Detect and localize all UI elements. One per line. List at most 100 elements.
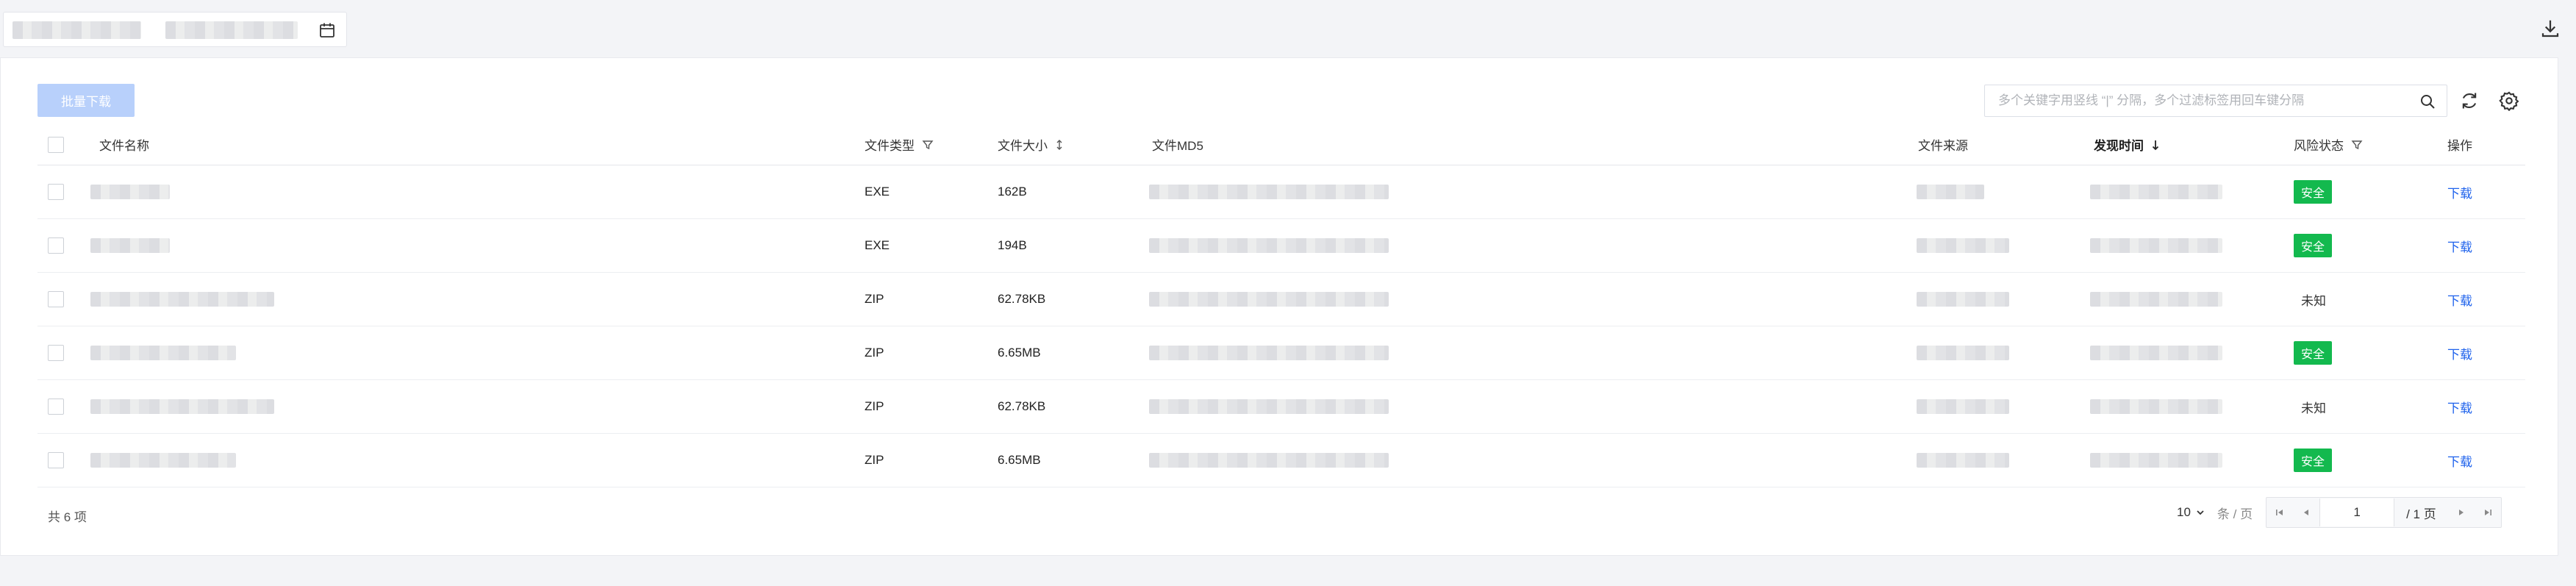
file-name-redacted (90, 346, 236, 360)
gear-icon[interactable] (2499, 90, 2519, 111)
sort-icon[interactable] (1055, 139, 1064, 151)
download-link[interactable]: 下载 (2447, 183, 2472, 201)
file-md5-redacted (1149, 238, 1389, 253)
file-name-redacted (90, 238, 170, 253)
file-name-redacted (90, 453, 236, 468)
file-name-redacted (90, 185, 170, 199)
row-checkbox[interactable] (48, 291, 64, 307)
search-icon[interactable] (2419, 93, 2436, 110)
calendar-icon[interactable] (318, 21, 336, 39)
row-checkbox[interactable] (48, 345, 64, 361)
table-row: ZIP 6.65MB 安全 下载 (37, 326, 2525, 380)
file-size: 162B (998, 185, 1027, 199)
file-size: 6.65MB (998, 453, 1041, 467)
column-header-label: 文件来源 (1918, 139, 1968, 153)
found-time-redacted (2090, 453, 2222, 468)
total-count: 共 6 项 (48, 510, 87, 524)
arrow-down-icon[interactable] (2151, 139, 2160, 151)
table-row: EXE 162B 安全 下载 (37, 165, 2525, 219)
file-size: 6.65MB (998, 346, 1041, 360)
select-all-checkbox[interactable] (48, 136, 64, 153)
file-type: ZIP (865, 346, 884, 360)
found-time-redacted (2090, 399, 2222, 414)
prev-page-button[interactable] (2293, 498, 2319, 527)
download-link[interactable]: 下载 (2447, 237, 2472, 255)
risk-status-badge: 安全 (2294, 234, 2333, 257)
refresh-icon[interactable] (2459, 90, 2480, 111)
file-table: 文件名称 文件类型 文件大小 文件MD5 文件来源 发现时间 风险状态 操作 E… (37, 124, 2525, 487)
column-header-type: 文件类型 (865, 124, 934, 165)
file-name-redacted (90, 399, 274, 414)
download-link[interactable]: 下载 (2447, 290, 2472, 309)
risk-status-badge: 安全 (2294, 341, 2333, 365)
column-header-label: 操作 (2447, 139, 2472, 153)
page-size-unit: 条 / 页 (2217, 507, 2253, 521)
column-header-label: 风险状态 (2294, 139, 2344, 153)
download-icon[interactable] (2539, 18, 2561, 40)
pagination: 10 条 / 页 1 / 1 页 (2177, 496, 2502, 529)
download-link[interactable]: 下载 (2447, 451, 2472, 470)
file-source-redacted (1917, 238, 2009, 253)
file-type: EXE (865, 238, 890, 252)
next-page-icon (2458, 510, 2464, 515)
search-input[interactable] (1997, 93, 2411, 109)
file-type: ZIP (865, 399, 884, 413)
download-link[interactable]: 下载 (2447, 398, 2472, 416)
file-type: ZIP (865, 292, 884, 306)
bulk-download-button[interactable]: 批量下载 (37, 84, 135, 117)
risk-status-badge: 安全 (2294, 180, 2333, 204)
date-range-end[interactable] (165, 21, 298, 39)
date-range-separator (148, 18, 157, 42)
top-bar (0, 0, 2576, 57)
page-size-value: 10 (2177, 505, 2191, 519)
row-checkbox[interactable] (48, 452, 64, 468)
column-header-risk: 风险状态 (2294, 124, 2363, 165)
filter-icon[interactable] (922, 139, 934, 151)
file-md5-redacted (1149, 292, 1389, 307)
found-time-redacted (2090, 292, 2222, 307)
column-header-size[interactable]: 文件大小 (998, 124, 1064, 165)
table-row: ZIP 6.65MB 安全 下载 (37, 434, 2525, 487)
found-time-redacted (2090, 185, 2222, 199)
column-header-found-time[interactable]: 发现时间 (2094, 124, 2160, 165)
first-page-icon (2276, 510, 2283, 515)
row-checkbox[interactable] (48, 237, 64, 254)
file-source-redacted (1917, 453, 2009, 468)
select-all-cell (48, 124, 64, 165)
date-range-picker[interactable] (3, 12, 347, 47)
column-header-label: 文件类型 (865, 139, 915, 153)
found-time-redacted (2090, 346, 2222, 360)
file-source-redacted (1917, 399, 2009, 414)
first-page-button[interactable] (2266, 498, 2293, 527)
risk-status-badge: 安全 (2294, 449, 2333, 472)
file-md5-redacted (1149, 185, 1389, 199)
last-page-icon (2484, 510, 2491, 515)
file-name-redacted (90, 292, 274, 307)
row-checkbox[interactable] (48, 184, 64, 200)
row-checkbox[interactable] (48, 399, 64, 415)
table-row: ZIP 62.78KB 未知 下载 (37, 380, 2525, 434)
date-range-start[interactable] (12, 21, 141, 39)
next-page-button[interactable] (2448, 498, 2475, 527)
file-list-card: 批量下载 文件名称 文件类型 文件大小 文件MD5 文件来源 (0, 57, 2558, 556)
file-source-redacted (1917, 185, 1984, 199)
file-md5-redacted (1149, 453, 1389, 468)
column-header-action: 操作 (2447, 124, 2472, 165)
page-size-select[interactable]: 10 条 / 页 (2177, 504, 2253, 522)
current-page-input[interactable]: 1 (2319, 499, 2395, 526)
table-header: 文件名称 文件类型 文件大小 文件MD5 文件来源 发现时间 风险状态 操作 (37, 124, 2525, 165)
column-header-md5: 文件MD5 (1152, 124, 1203, 165)
file-size: 62.78KB (998, 399, 1046, 413)
file-md5-redacted (1149, 399, 1389, 414)
search-box[interactable] (1984, 85, 2447, 117)
column-header-label: 文件大小 (998, 139, 1048, 153)
last-page-button[interactable] (2475, 498, 2501, 527)
column-header-source: 文件来源 (1918, 124, 1968, 165)
table-row: ZIP 62.78KB 未知 下载 (37, 273, 2525, 326)
page-total: / 1 页 (2406, 507, 2436, 521)
chevron-down-icon[interactable] (2195, 507, 2205, 518)
filter-icon[interactable] (2351, 139, 2363, 151)
file-type: ZIP (865, 453, 884, 467)
download-link[interactable]: 下载 (2447, 344, 2472, 362)
column-header-label: 发现时间 (2094, 139, 2144, 153)
